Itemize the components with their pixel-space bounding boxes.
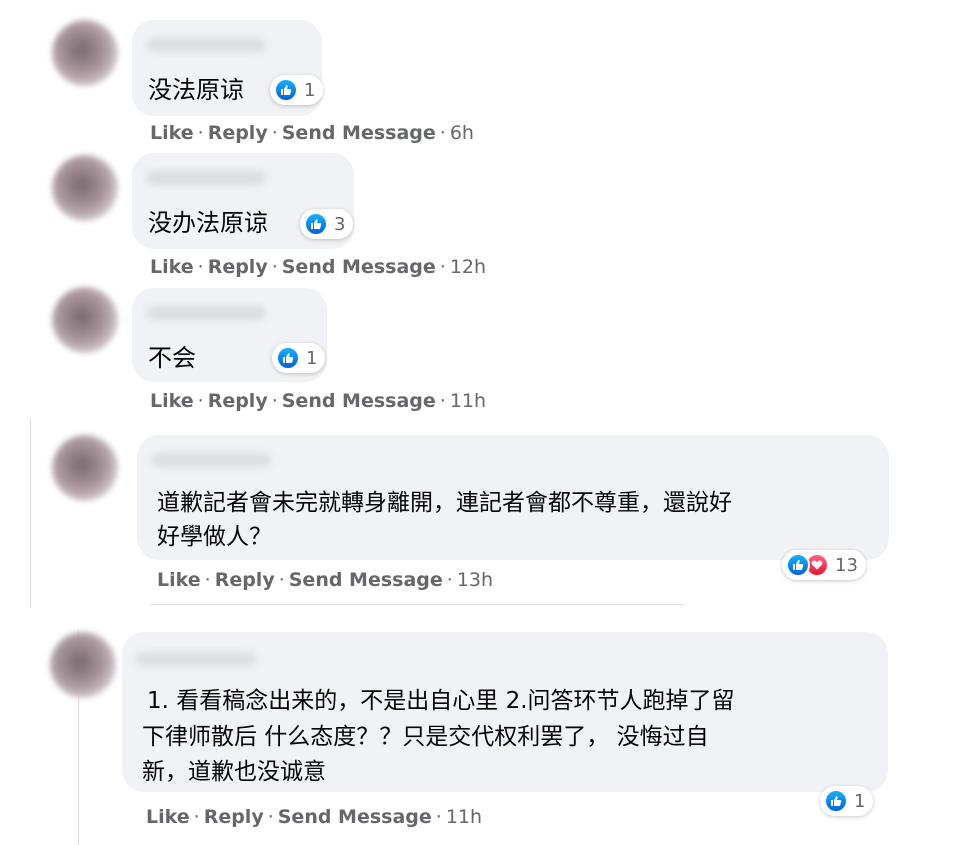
reaction-count: 3	[334, 213, 346, 235]
like-icon	[276, 346, 300, 370]
comment-text-line: 好學做人？	[157, 524, 272, 550]
reply-button[interactable]: Reply	[208, 256, 268, 278]
reaction-count: 13	[835, 554, 858, 576]
commenter-name[interactable]	[146, 38, 266, 52]
separator: ·	[193, 806, 200, 828]
like-icon	[274, 78, 298, 102]
separator: ·	[197, 256, 204, 278]
reaction-count: 1	[306, 347, 318, 369]
avatar[interactable]	[50, 632, 116, 698]
avatar[interactable]	[52, 155, 118, 221]
comment-actions: Like · Reply · Send Message · 6h	[150, 122, 474, 144]
avatar[interactable]	[52, 435, 118, 501]
commenter-name[interactable]	[136, 652, 256, 666]
separator: ·	[271, 122, 278, 144]
clip-edge-line	[30, 418, 31, 608]
comment-text-line: 下律师散后 什么态度？？只是交代权利罢了， 没悔过自	[142, 724, 709, 750]
clip-edge-line	[150, 604, 685, 605]
separator: ·	[197, 122, 204, 144]
comment-text-line: 道歉記者會未完就轉身離開，連記者會都不尊重，還說好	[157, 490, 732, 516]
timestamp[interactable]: 6h	[450, 122, 474, 144]
comment-text: 没办法原谅	[148, 209, 268, 237]
reply-button[interactable]: Reply	[208, 122, 268, 144]
like-button[interactable]: Like	[150, 256, 194, 278]
commenter-name[interactable]	[146, 306, 266, 320]
send-message-button[interactable]: Send Message	[289, 569, 443, 591]
comment-text-line: 新，道歉也没诚意	[142, 759, 326, 785]
separator: ·	[197, 390, 204, 412]
separator: ·	[435, 806, 442, 828]
reaction-summary[interactable]: 3	[300, 209, 354, 239]
separator: ·	[439, 256, 446, 278]
send-message-button[interactable]: Send Message	[282, 122, 436, 144]
like-icon	[824, 789, 848, 813]
send-message-button[interactable]: Send Message	[282, 256, 436, 278]
separator: ·	[439, 122, 446, 144]
separator: ·	[267, 806, 274, 828]
reaction-summary[interactable]: 1	[272, 343, 326, 373]
avatar[interactable]	[52, 287, 118, 353]
avatar[interactable]	[52, 20, 118, 86]
comment-bubble: 1. 看看稿念出来的，不是出自心里 2.问答环节人跑掉了留 下律师散后 什么态度…	[122, 632, 888, 792]
separator: ·	[271, 390, 278, 412]
send-message-button[interactable]: Send Message	[278, 806, 432, 828]
reaction-summary[interactable]: 1	[820, 786, 874, 816]
comment-text: 不会	[148, 344, 196, 372]
separator: ·	[204, 569, 211, 591]
reply-button[interactable]: Reply	[208, 390, 268, 412]
reaction-summary[interactable]: 13	[782, 550, 866, 580]
like-button[interactable]: Like	[146, 806, 190, 828]
comment-actions: Like · Reply · Send Message · 11h	[146, 806, 482, 828]
separator: ·	[271, 256, 278, 278]
like-button[interactable]: Like	[150, 390, 194, 412]
comment-actions: Like · Reply · Send Message · 13h	[157, 569, 493, 591]
comment-bubble: 道歉記者會未完就轉身離開，連記者會都不尊重，還說好 好學做人？	[137, 435, 889, 560]
separator: ·	[446, 569, 453, 591]
timestamp[interactable]: 11h	[450, 390, 486, 412]
comment-actions: Like · Reply · Send Message · 12h	[150, 256, 486, 278]
reaction-summary[interactable]: 1	[270, 75, 324, 105]
like-button[interactable]: Like	[157, 569, 201, 591]
comment-actions: Like · Reply · Send Message · 11h	[150, 390, 486, 412]
commenter-name[interactable]	[146, 171, 266, 185]
like-icon	[786, 553, 810, 577]
timestamp[interactable]: 11h	[446, 806, 482, 828]
reaction-count: 1	[304, 79, 316, 101]
comment-text-line: 1. 看看稿念出来的，不是出自心里 2.问答环节人跑掉了留	[147, 688, 735, 714]
reaction-count: 1	[854, 790, 866, 812]
commenter-name[interactable]	[151, 453, 271, 467]
timestamp[interactable]: 12h	[450, 256, 486, 278]
reply-button[interactable]: Reply	[215, 569, 275, 591]
comment-text: 没法原谅	[148, 76, 244, 104]
separator: ·	[439, 390, 446, 412]
timestamp[interactable]: 13h	[457, 569, 493, 591]
like-icon	[304, 212, 328, 236]
reply-button[interactable]: Reply	[204, 806, 264, 828]
send-message-button[interactable]: Send Message	[282, 390, 436, 412]
separator: ·	[278, 569, 285, 591]
like-button[interactable]: Like	[150, 122, 194, 144]
